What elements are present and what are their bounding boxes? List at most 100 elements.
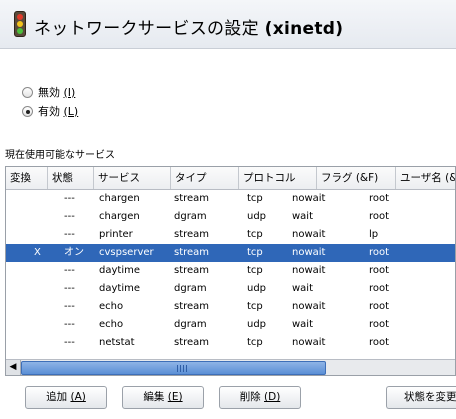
cell-protocol: tcp xyxy=(247,193,263,204)
cell-flags: nowait xyxy=(292,229,326,240)
cell-user: root xyxy=(369,319,390,330)
radio-enable-label: 有効 xyxy=(38,105,60,118)
cell-protocol: tcp xyxy=(247,229,263,240)
cell-user: lp xyxy=(369,229,379,240)
delete-button-label: 削除 xyxy=(239,391,261,403)
cell-type: dgram xyxy=(174,283,207,294)
cell-user: root xyxy=(369,211,390,222)
table-body: --- chargen stream tcp nowait root --- chargen d… xyxy=(6,190,455,352)
cell-type: stream xyxy=(174,337,210,348)
cell-service: echo xyxy=(99,319,124,330)
radio-enable-indicator[interactable] xyxy=(22,105,33,117)
title-paren: (xinetd) xyxy=(264,19,344,39)
radio-enable-accel: (L) xyxy=(63,104,79,118)
title-bar: ネットワークサービスの設定 (xinetd) xyxy=(0,0,456,49)
cell-flags: nowait xyxy=(292,337,326,348)
cell-service: cvspserver xyxy=(99,247,154,258)
cell-status: --- xyxy=(64,283,75,294)
cell-service: daytime xyxy=(99,283,140,294)
cell-flags: nowait xyxy=(292,301,326,312)
cell-status: --- xyxy=(64,319,75,330)
dialog-window: ネットワークサービスの設定 (xinetd) 無効 (I) 有効 (L) 現在使… xyxy=(0,0,456,419)
cell-user: root xyxy=(369,301,390,312)
cell-protocol: udp xyxy=(247,319,267,330)
cell-type: stream xyxy=(174,229,210,240)
cell-type: stream xyxy=(174,265,210,276)
col-header-protocol[interactable]: プロトコル xyxy=(239,167,317,189)
cell-service: echo xyxy=(99,301,124,312)
add-button[interactable]: 追加 (A) xyxy=(25,386,107,409)
cell-service: chargen xyxy=(99,211,140,222)
cell-type: stream xyxy=(174,247,210,258)
cell-type: stream xyxy=(174,193,210,204)
cell-flags: nowait xyxy=(292,247,326,258)
table-row[interactable]: --- printer stream tcp nowait lp xyxy=(6,226,455,244)
table-row[interactable]: --- echo stream tcp nowait root xyxy=(6,298,455,316)
toggle-status-label: 状態を変更 xyxy=(404,391,456,403)
cell-service: chargen xyxy=(99,193,140,204)
radio-disable[interactable]: 無効 (I) xyxy=(22,84,75,100)
table-row[interactable]: --- daytime stream tcp nowait root xyxy=(6,262,455,280)
cell-type: dgram xyxy=(174,319,207,330)
cell-status: --- xyxy=(64,193,75,204)
cell-protocol: tcp xyxy=(247,337,263,348)
traffic-light-icon xyxy=(14,11,26,37)
cell-status: --- xyxy=(64,211,75,222)
cell-service: daytime xyxy=(99,265,140,276)
cell-flags: wait xyxy=(292,319,314,330)
cell-status: オン xyxy=(64,247,84,258)
edit-button-label: 編集 xyxy=(143,391,165,403)
col-header-change[interactable]: 変換 xyxy=(6,167,48,189)
cell-user: root xyxy=(369,265,390,276)
col-header-user[interactable]: ユーザ名 (&) xyxy=(396,167,455,189)
table-row[interactable]: --- chargen stream tcp nowait root xyxy=(6,190,455,208)
radio-disable-accel: (I) xyxy=(63,85,76,99)
table-row[interactable]: --- chargen dgram udp wait root xyxy=(6,208,455,226)
col-header-type[interactable]: タイプ xyxy=(171,167,239,189)
grip-icon xyxy=(177,365,187,372)
services-table[interactable]: 変換 状態 サービス タイプ プロトコル フラグ (&F) ユーザ名 (&) -… xyxy=(5,166,456,376)
cell-service: printer xyxy=(99,229,133,240)
cell-user: root xyxy=(369,283,390,294)
cell-protocol: udp xyxy=(247,283,267,294)
cell-user: root xyxy=(369,247,390,258)
horizontal-scrollbar[interactable]: ◀ xyxy=(6,359,455,375)
delete-button-accel: (D) xyxy=(264,391,281,403)
col-header-flags[interactable]: フラグ (&F) xyxy=(317,167,396,189)
table-row[interactable]: --- daytime dgram udp wait root xyxy=(6,280,455,298)
cell-protocol: tcp xyxy=(247,265,263,276)
cell-type: stream xyxy=(174,301,210,312)
cell-type: dgram xyxy=(174,211,207,222)
scroll-thumb[interactable] xyxy=(21,361,326,375)
col-header-service[interactable]: サービス xyxy=(94,167,171,189)
cell-status: --- xyxy=(64,265,75,276)
left-arrow-icon[interactable]: ◀ xyxy=(6,360,21,375)
table-row[interactable]: --- netstat stream tcp nowait root xyxy=(6,334,455,352)
radio-enable[interactable]: 有効 (L) xyxy=(22,103,78,119)
col-header-status[interactable]: 状態 xyxy=(48,167,94,189)
title-main: ネットワークサービスの設定 xyxy=(34,19,259,39)
edit-button-accel: (E) xyxy=(167,391,183,403)
cell-flags: wait xyxy=(292,211,314,222)
add-button-accel: (A) xyxy=(70,391,86,403)
toggle-status-button[interactable]: 状態を変更 xyxy=(386,386,456,409)
delete-button[interactable]: 削除 (D) xyxy=(219,386,301,409)
radio-disable-label: 無効 xyxy=(38,86,60,99)
page-title: ネットワークサービスの設定 (xinetd) xyxy=(34,14,343,39)
services-section-label: 現在使用可能なサービス xyxy=(5,150,115,161)
table-row[interactable]: --- echo dgram udp wait root xyxy=(6,316,455,334)
cell-change: X xyxy=(34,247,41,258)
cell-flags: nowait xyxy=(292,193,326,204)
table-row[interactable]: X オン cvspserver stream tcp nowait root xyxy=(6,244,455,262)
cell-user: root xyxy=(369,337,390,348)
cell-status: --- xyxy=(64,229,75,240)
cell-protocol: udp xyxy=(247,211,267,222)
edit-button[interactable]: 編集 (E) xyxy=(122,386,204,409)
table-header: 変換 状態 サービス タイプ プロトコル フラグ (&F) ユーザ名 (&) xyxy=(6,167,455,190)
cell-status: --- xyxy=(64,301,75,312)
cell-protocol: tcp xyxy=(247,301,263,312)
cell-flags: nowait xyxy=(292,265,326,276)
cell-user: root xyxy=(369,193,390,204)
cell-flags: wait xyxy=(292,283,314,294)
radio-disable-indicator[interactable] xyxy=(22,86,33,98)
